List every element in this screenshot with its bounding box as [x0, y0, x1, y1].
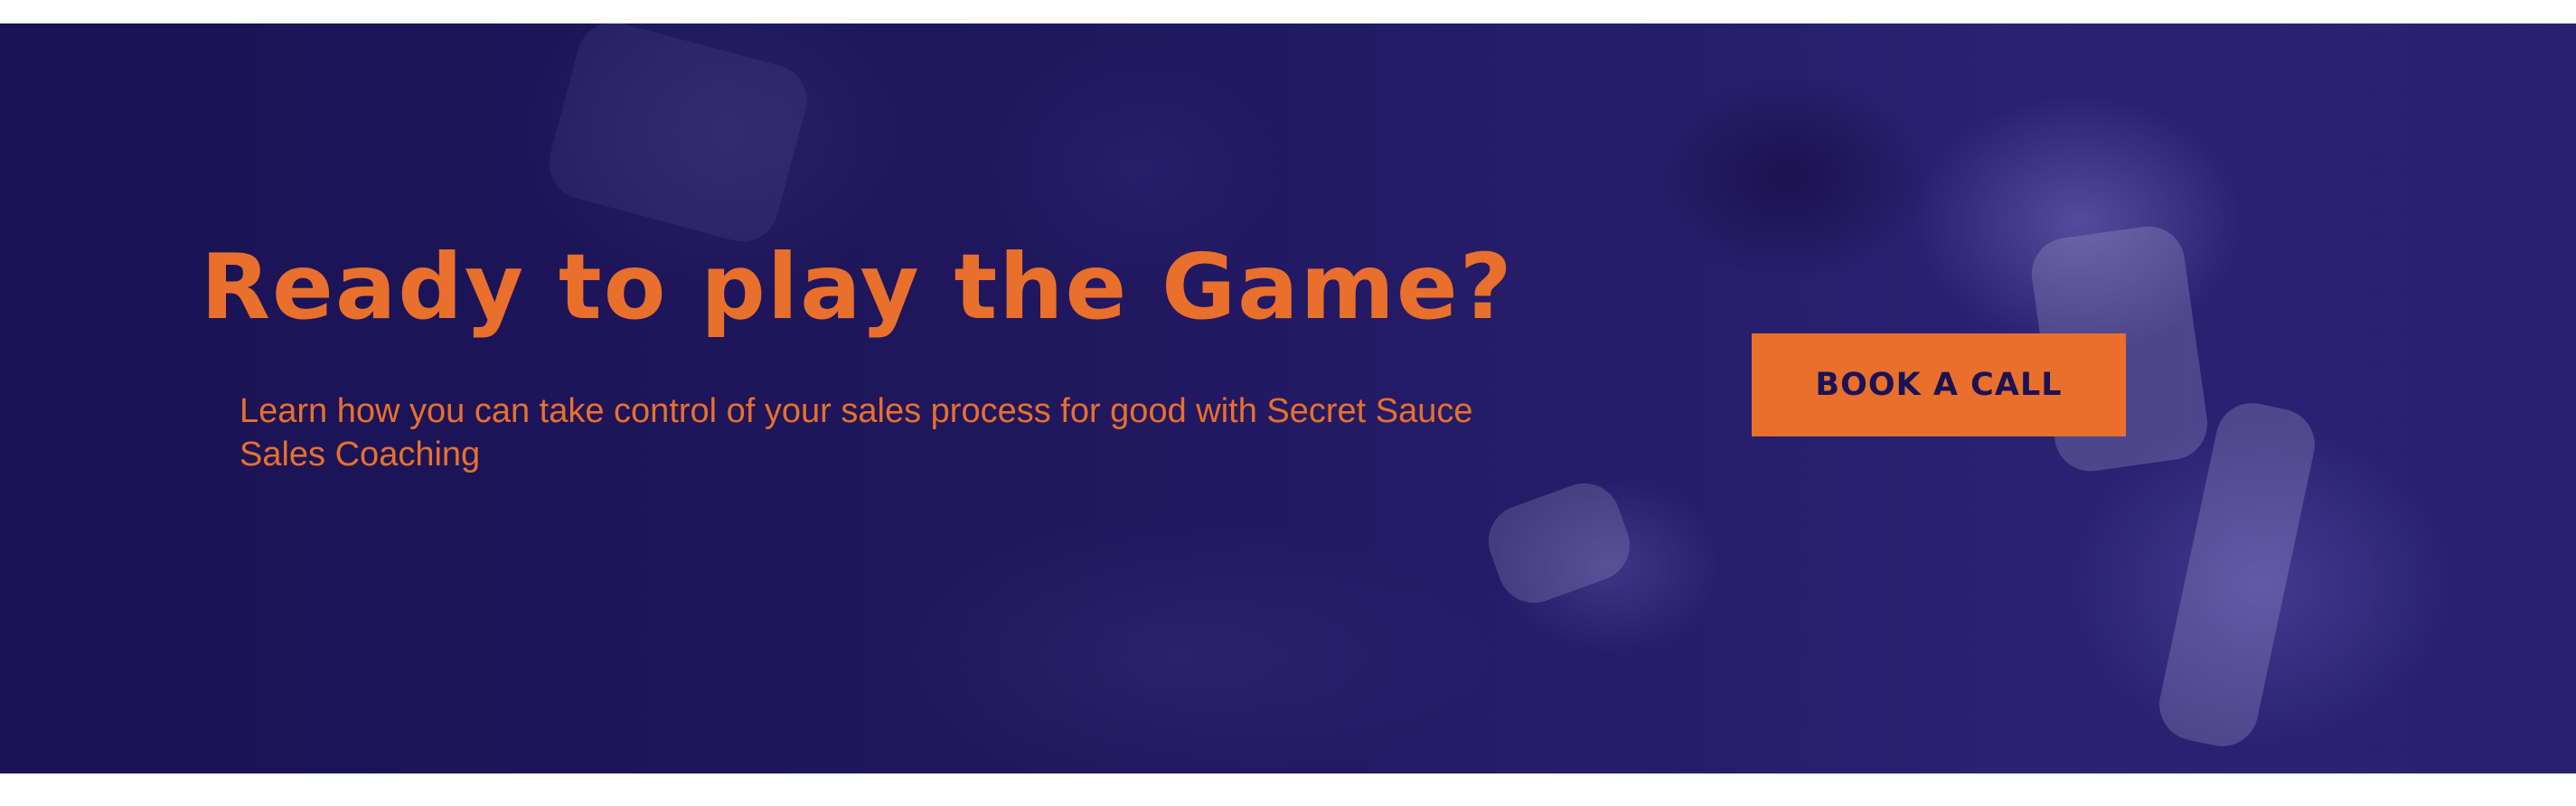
cta-subtext: Learn how you can take control of your s…: [240, 392, 1473, 473]
bottom-spacer: [0, 773, 2576, 806]
top-spacer: [0, 0, 2576, 23]
cta-headline: Ready to play the Game?: [201, 234, 1514, 340]
book-a-call-button[interactable]: BOOK A CALL: [1752, 333, 2126, 436]
cta-banner: Ready to play the Game? Learn how you ca…: [0, 23, 2576, 773]
cta-content: Ready to play the Game? Learn how you ca…: [0, 23, 2576, 773]
